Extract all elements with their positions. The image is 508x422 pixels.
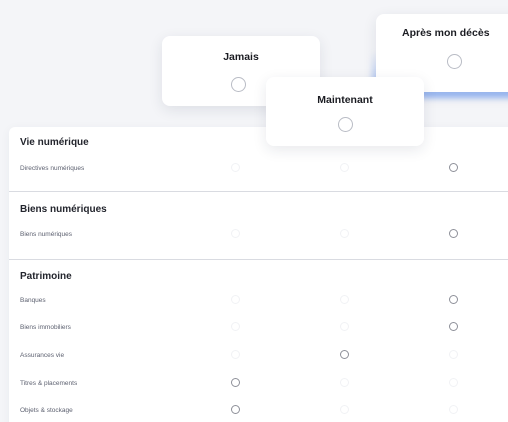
radio-biens-now[interactable] <box>340 229 349 238</box>
radio-assurances-now[interactable] <box>340 350 349 359</box>
section-title-vie-numerique: Vie numérique <box>20 137 89 148</box>
radio-banques-never[interactable] <box>231 295 240 304</box>
section-divider <box>9 259 508 260</box>
radio-objets-never[interactable] <box>231 405 240 414</box>
radio-directives-never[interactable] <box>231 163 240 172</box>
radio-objets-now[interactable] <box>340 405 349 414</box>
row-label-titres-placements: Titres & placements <box>20 380 78 387</box>
row-label-biens-immobiliers: Biens immobiliers <box>20 324 71 331</box>
row-label-directives-numeriques: Directives numériques <box>20 165 85 172</box>
option-radio-never[interactable] <box>231 77 246 92</box>
row-label-objets-stockage: Objets & stockage <box>20 407 73 414</box>
row-label-assurances-vie: Assurances vie <box>20 352 65 359</box>
radio-biens-never[interactable] <box>231 229 240 238</box>
radio-directives-after-death[interactable] <box>449 163 458 172</box>
option-label-now: Maintenant <box>317 94 373 106</box>
row-label-biens-numeriques: Biens numériques <box>20 231 73 238</box>
choice-matrix: Vie numérique Directives numériques Bien… <box>0 0 508 422</box>
option-label-never: Jamais <box>223 51 259 63</box>
option-radio-now[interactable] <box>338 117 353 132</box>
option-radio-after-death[interactable] <box>447 54 462 69</box>
radio-assurances-never[interactable] <box>231 350 240 359</box>
section-divider <box>9 191 508 192</box>
radio-titres-now[interactable] <box>340 378 349 387</box>
radio-directives-now[interactable] <box>340 163 349 172</box>
radio-banques-after-death[interactable] <box>449 295 458 304</box>
radio-immobiliers-now[interactable] <box>340 322 349 331</box>
radio-immobiliers-never[interactable] <box>231 322 240 331</box>
row-label-banques: Banques <box>20 297 46 304</box>
radio-biens-after-death[interactable] <box>449 229 458 238</box>
radio-titres-after-death[interactable] <box>449 378 458 387</box>
radio-titres-never[interactable] <box>231 378 240 387</box>
radio-immobiliers-after-death[interactable] <box>449 322 458 331</box>
option-label-after-death: Après mon décès <box>402 27 490 39</box>
radio-banques-now[interactable] <box>340 295 349 304</box>
section-title-biens-numeriques: Biens numériques <box>20 204 107 215</box>
radio-objets-after-death[interactable] <box>449 405 458 414</box>
option-card-now[interactable]: Maintenant <box>266 77 424 146</box>
radio-assurances-after-death[interactable] <box>449 350 458 359</box>
section-title-patrimoine: Patrimoine <box>20 271 72 282</box>
